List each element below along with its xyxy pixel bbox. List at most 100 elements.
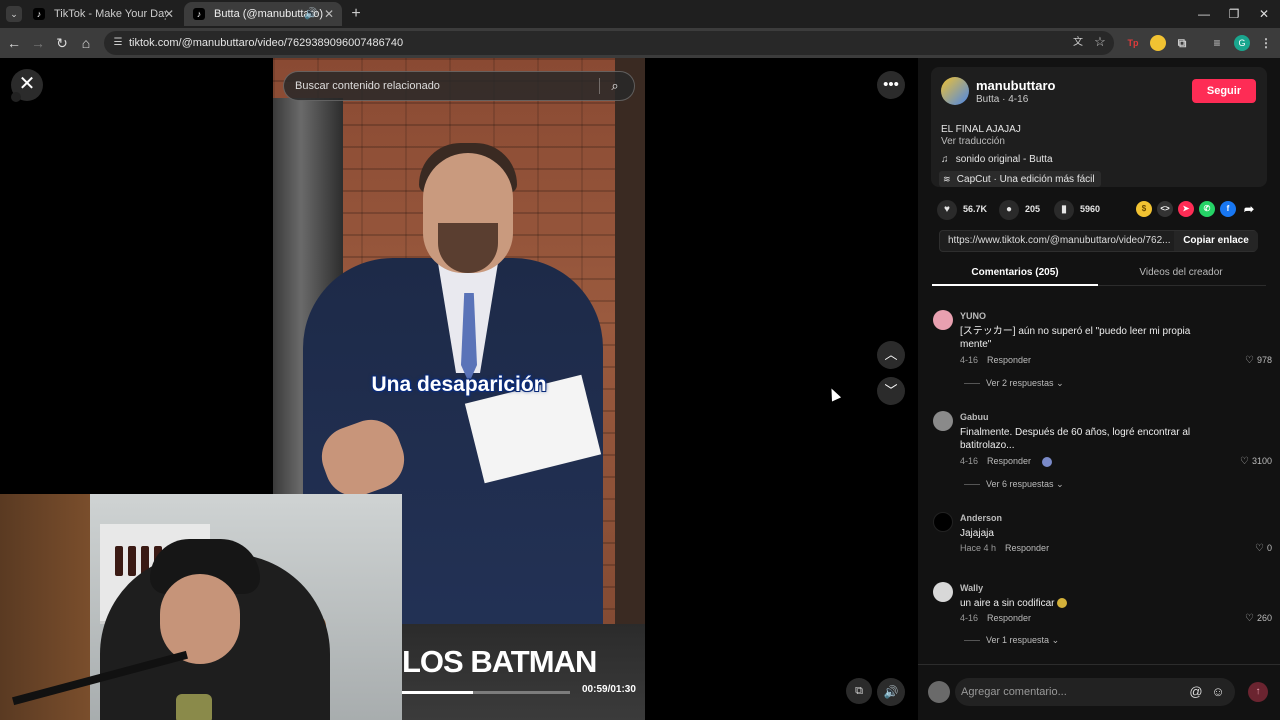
save-count: 5960 xyxy=(1080,204,1101,214)
banner-text: LOS BATMAN xyxy=(402,644,597,679)
close-tab-icon[interactable]: ✕ xyxy=(324,2,334,26)
search-icon[interactable]: ⌕ xyxy=(606,77,624,95)
bookmark-star-icon[interactable]: ☆ xyxy=(1092,34,1108,50)
media-control-icon[interactable]: ≡ xyxy=(1209,35,1225,51)
close-window-icon[interactable]: ✕ xyxy=(1249,4,1279,24)
comment-avatar[interactable] xyxy=(933,512,953,532)
kebab-menu-icon[interactable]: ⋮ xyxy=(1258,35,1274,51)
new-tab-button[interactable]: + xyxy=(346,4,366,24)
sound-link[interactable]: ♫ sonido original - Butta xyxy=(941,154,1053,165)
capcut-link[interactable]: ≋ CapCut · Una edición más fácil xyxy=(939,171,1101,187)
reply-button[interactable]: Responder xyxy=(987,456,1031,466)
tab-creator-videos[interactable]: Videos del creador xyxy=(1098,262,1264,286)
comment-author[interactable]: YUNO xyxy=(960,311,986,321)
video-stage: ✕ Buscar contenido relacionado ⌕ Una des… xyxy=(0,58,918,720)
comment-like-button[interactable]: ♡ 978 xyxy=(1245,355,1272,366)
home-icon[interactable]: ⌂ xyxy=(76,33,96,53)
comment-like-count: 260 xyxy=(1256,613,1272,623)
tab-butta-video[interactable]: ♪ Butta (@manubuttaro) | Tik 🔊 ✕ xyxy=(184,2,342,26)
restore-window-icon[interactable]: ❐ xyxy=(1219,4,1249,24)
comment-text: un aire a sin codificar xyxy=(960,597,1215,610)
comment-like-button[interactable]: ♡ 3100 xyxy=(1240,456,1272,467)
address-bar[interactable]: ☰ tiktok.com/@manubuttaro/video/76293890… xyxy=(104,31,1114,55)
coin-share-icon[interactable]: $ xyxy=(1136,201,1152,217)
site-info-icon[interactable]: ☰ xyxy=(110,35,126,51)
comment-compose-bar: Agregar comentario... @ ☺ ↑ xyxy=(918,664,1280,720)
tab-comments[interactable]: Comentarios (205) xyxy=(932,262,1098,286)
view-replies-label: Ver 2 respuestas xyxy=(986,378,1054,388)
comment-text: [ステッカー] aún no superó el "puedo leer mi … xyxy=(960,326,1191,350)
emoji-icon[interactable]: ☺ xyxy=(1209,683,1227,701)
view-replies-button[interactable]: Ver 6 respuestas ⌄ xyxy=(964,479,1064,490)
comment-like-button[interactable]: ♡ 260 xyxy=(1245,613,1272,624)
whatsapp-icon[interactable]: ✆ xyxy=(1199,201,1215,217)
puzzle-extensions-icon[interactable]: ⧉ xyxy=(1174,35,1190,51)
forward-arrow-icon[interactable]: → xyxy=(28,33,48,53)
creator-avatar[interactable] xyxy=(941,77,969,105)
comment-input[interactable]: Agregar comentario... @ ☺ xyxy=(955,678,1235,706)
comment-author[interactable]: Wally xyxy=(960,583,983,593)
view-replies-button[interactable]: Ver 1 respuesta ⌄ xyxy=(964,635,1059,646)
view-replies-button[interactable]: Ver 2 respuestas ⌄ xyxy=(964,378,1064,389)
view-replies-label: Ver 1 respuesta xyxy=(986,635,1050,645)
comment-meta: 4-16 Responder xyxy=(960,456,1052,467)
comment-author[interactable]: Gabuu xyxy=(960,412,989,422)
previous-video-button[interactable]: ︿ xyxy=(877,341,905,369)
minimize-window-icon[interactable]: — xyxy=(1189,4,1219,24)
facebook-icon[interactable]: f xyxy=(1220,201,1236,217)
tiktok-favicon-icon: ♪ xyxy=(193,8,205,20)
copy-link-button[interactable]: Copiar enlace xyxy=(1174,231,1258,251)
picture-in-picture-icon[interactable]: ⧉ xyxy=(846,678,872,704)
share-link-text[interactable]: https://www.tiktok.com/@manubuttaro/vide… xyxy=(948,231,1170,251)
comment-text: Finalmente. Después de 60 años, logré en… xyxy=(960,427,1191,451)
extension-icon[interactable] xyxy=(1150,35,1166,51)
url-text[interactable]: tiktok.com/@manubuttaro/video/7629389096… xyxy=(129,31,403,55)
comment-meta: Hace 4 h Responder xyxy=(960,543,1049,553)
next-video-button[interactable]: ﹀ xyxy=(877,377,905,405)
close-tab-icon[interactable]: ✕ xyxy=(164,2,174,26)
reply-button[interactable]: Responder xyxy=(1005,543,1049,553)
creator-liked-icon xyxy=(1041,456,1052,467)
reply-button[interactable]: Responder xyxy=(987,355,1031,365)
like-button[interactable]: ♥ 56.7K xyxy=(937,198,987,220)
tab-search-icon[interactable]: ⌄ xyxy=(6,6,22,22)
comment-author[interactable]: Anderson xyxy=(960,513,1002,523)
embed-icon[interactable]: <> xyxy=(1157,201,1173,217)
share-arrow-icon[interactable]: ➦ xyxy=(1241,201,1257,217)
capcut-icon: ≋ xyxy=(943,174,951,184)
more-options-button[interactable]: ••• xyxy=(877,71,905,99)
comment-avatar[interactable] xyxy=(933,310,953,330)
follow-button[interactable]: Seguir xyxy=(1192,79,1256,103)
post-description: EL FINAL AJAJAJ xyxy=(941,124,1021,135)
back-arrow-icon[interactable]: ← xyxy=(4,33,24,53)
audio-playing-icon[interactable]: 🔊 xyxy=(304,2,318,26)
post-comment-button[interactable]: ↑ xyxy=(1248,682,1268,702)
save-button[interactable]: ▮ 5960 xyxy=(1054,198,1100,220)
comment-avatar[interactable] xyxy=(933,411,953,431)
related-search-input[interactable]: Buscar contenido relacionado ⌕ xyxy=(283,71,635,101)
chevron-down-icon: ⌄ xyxy=(1051,635,1060,645)
video-detail-panel: manubuttaro Butta · 4-16 Seguir EL FINAL… xyxy=(918,58,1280,720)
comment-date: Hace 4 h xyxy=(960,543,997,553)
mention-icon[interactable]: @ xyxy=(1187,683,1205,701)
profile-avatar[interactable]: G xyxy=(1234,35,1250,51)
creator-username[interactable]: manubuttaro xyxy=(976,78,1055,93)
comment-like-button[interactable]: ♡ 0 xyxy=(1255,543,1272,554)
comment-like-count: 0 xyxy=(1266,543,1272,553)
reload-icon[interactable]: ↻ xyxy=(52,33,72,53)
view-replies-label: Ver 6 respuestas xyxy=(986,479,1054,489)
comment-icon: ● xyxy=(999,199,1019,220)
tab-title: TikTok - Make Your Day xyxy=(54,8,166,20)
music-note-icon: ♫ xyxy=(941,154,949,165)
volume-icon[interactable]: 🔊 xyxy=(877,678,905,706)
video-progress-bar[interactable] xyxy=(402,691,570,694)
comment-like-count: 978 xyxy=(1256,355,1272,365)
comment-avatar[interactable] xyxy=(933,582,953,602)
see-translation-link[interactable]: Ver traducción xyxy=(941,136,1005,147)
tp-extension-icon[interactable]: Tp xyxy=(1125,35,1141,51)
tab-tiktok-home[interactable]: ♪ TikTok - Make Your Day ✕ xyxy=(24,2,182,26)
send-icon[interactable]: ➤ xyxy=(1178,201,1194,217)
translate-icon[interactable]: 文 xyxy=(1070,35,1086,51)
comment-button[interactable]: ● 205 xyxy=(999,198,1040,220)
reply-button[interactable]: Responder xyxy=(987,613,1031,623)
